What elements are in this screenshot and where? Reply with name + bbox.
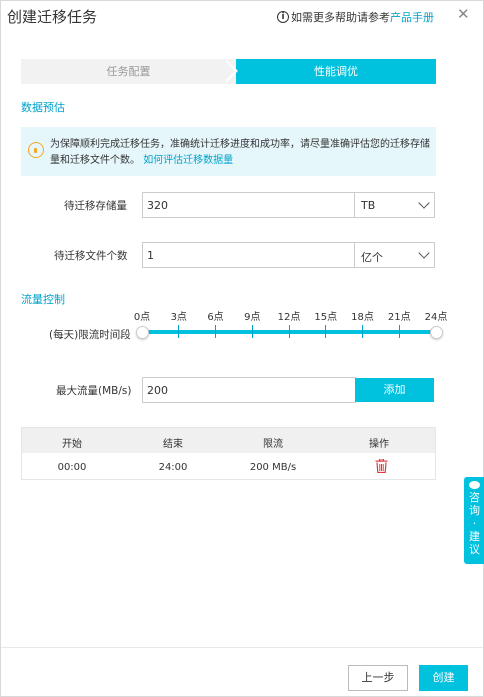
footer-divider	[1, 647, 483, 648]
storage-input-value: 320	[147, 199, 168, 212]
step-task-config: 任务配置	[21, 59, 236, 84]
header-limit: 限流	[263, 439, 283, 450]
step-performance-tuning: 性能调优	[236, 59, 436, 84]
tip-text: 为保障顺利完成迁移任务，准确统计迁移进度和成功率，请尽量准确评估您的迁移存储量和…	[50, 137, 432, 169]
step-divider-fill	[223, 59, 235, 83]
cell-limit: 200 MB/s	[249, 462, 297, 473]
slider-tick-label: 0点	[133, 312, 151, 323]
section-flow-control: 流量控制	[21, 293, 65, 306]
storage-input[interactable]: 320	[142, 192, 355, 218]
how-to-estimate-link[interactable]: 如何评估迁移数据量	[143, 155, 233, 166]
slider-tick-label: 15点	[314, 312, 338, 323]
product-manual-link[interactable]: 产品手册	[390, 9, 434, 25]
dialog-title: 创建迁移任务	[7, 8, 98, 26]
table-header: 开始 结束 限流 操作	[22, 428, 435, 453]
slider-handle-end[interactable]	[429, 326, 443, 339]
help-hint: i 如需更多帮助请参考 产品手册	[277, 9, 434, 25]
file-count-unit-value: 亿个	[361, 251, 383, 264]
info-icon: i	[277, 11, 289, 23]
tip-message: 为保障顺利完成迁移任务，准确统计迁移进度和成功率，请尽量准确评估您的迁移存储量和…	[50, 139, 430, 166]
slider-tick	[215, 325, 216, 338]
header-start: 开始	[62, 439, 82, 450]
add-button[interactable]: 添加	[355, 378, 434, 402]
header-action: 操作	[369, 439, 389, 450]
create-migration-dialog: 创建迁移任务 i 如需更多帮助请参考 产品手册 ✕ 任务配置 性能调优 数据预估…	[0, 0, 484, 697]
storage-unit-value: TB	[361, 199, 376, 212]
feedback-char: 咨	[469, 491, 480, 504]
slider-handle-start[interactable]	[135, 326, 149, 339]
slider-tick	[362, 325, 363, 338]
slider-tick	[325, 325, 327, 338]
feedback-tab[interactable]: 咨 询 · 建 议	[464, 477, 484, 564]
previous-step-button[interactable]: 上一步	[348, 665, 408, 691]
cell-end: 24:00	[158, 462, 188, 473]
slider-tick-label: 6点	[207, 312, 224, 323]
feedback-char: 询	[469, 504, 480, 517]
feedback-char: ·	[472, 517, 477, 530]
chat-icon	[469, 481, 480, 489]
slider-tick	[251, 325, 253, 338]
storage-unit-select[interactable]: TB	[354, 192, 435, 218]
dialog-header: 创建迁移任务 i 如需更多帮助请参考 产品手册 ✕	[1, 1, 483, 32]
file-count-unit-select[interactable]: 亿个	[354, 242, 435, 268]
trash-icon[interactable]	[375, 459, 388, 473]
lightbulb-icon	[28, 142, 44, 158]
period-label: (每天)限流时间段	[49, 329, 131, 341]
chevron-down-icon	[418, 247, 430, 259]
slider-tick-label: 18点	[351, 312, 374, 323]
slider-tick-label: 9点	[244, 312, 261, 323]
cell-start: 00:00	[57, 462, 87, 473]
feedback-char: 议	[469, 543, 480, 556]
max-flow-label: 最大流量(MB/s)	[56, 385, 132, 397]
slider-tick-label: 21点	[387, 312, 411, 323]
slider-tick-label: 24点	[424, 312, 448, 323]
header-end: 结束	[163, 439, 183, 450]
max-flow-input-value: 200	[147, 384, 168, 397]
slider-tick-label: 3点	[170, 312, 187, 323]
flow-limit-table: 开始 结束 限流 操作 00:00 24:00 200 MB/s	[21, 427, 436, 480]
step-indicator: 任务配置 性能调优	[21, 59, 436, 84]
file-count-input[interactable]: 1	[142, 242, 355, 268]
chevron-down-icon	[418, 197, 430, 209]
slider-tick	[178, 325, 180, 338]
slider-tick	[288, 325, 290, 338]
feedback-char: 建	[469, 530, 480, 543]
slider-tick-label: 12点	[277, 312, 301, 323]
slider-tick	[398, 325, 400, 338]
file-count-label: 待迁移文件个数	[54, 250, 128, 262]
section-data-estimate: 数据预估	[21, 101, 65, 114]
file-count-input-value: 1	[147, 249, 154, 262]
estimate-tip: 为保障顺利完成迁移任务，准确统计迁移进度和成功率，请尽量准确评估您的迁移存储量和…	[21, 127, 436, 176]
help-text: 如需更多帮助请参考	[291, 11, 390, 24]
storage-label: 待迁移存储量	[64, 200, 127, 212]
create-button[interactable]: 创建	[419, 665, 468, 691]
close-icon[interactable]: ✕	[457, 5, 470, 23]
max-flow-input[interactable]: 200	[142, 377, 356, 403]
